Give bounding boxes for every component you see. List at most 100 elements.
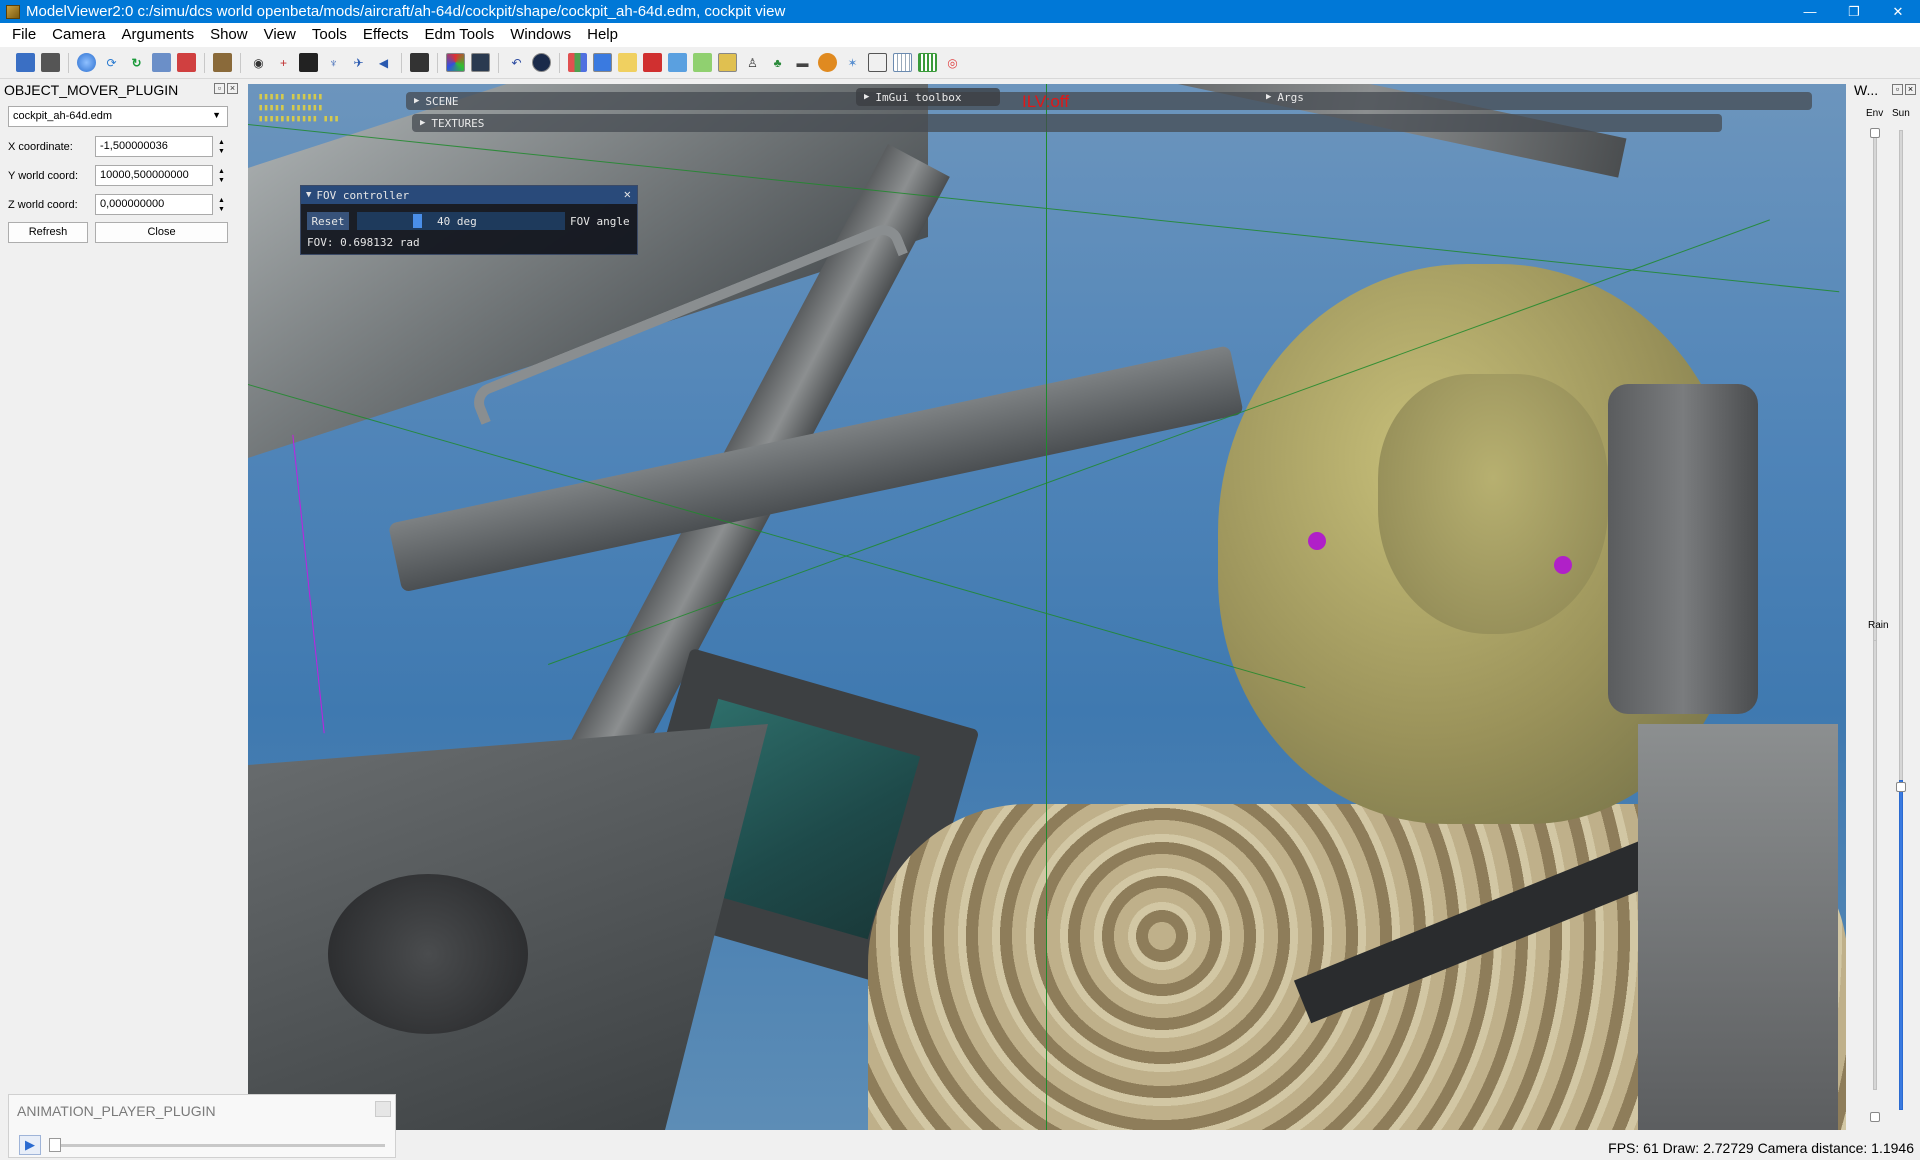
undo-icon[interactable]: ↶	[507, 53, 526, 72]
fov-reset-button[interactable]: Reset	[307, 212, 349, 230]
menu-windows[interactable]: Windows	[502, 23, 579, 47]
refresh-button[interactable]: Refresh	[8, 222, 88, 243]
play-button[interactable]: ▶	[19, 1135, 41, 1155]
y-coord-input[interactable]: 10000,500000000	[95, 165, 213, 186]
monitor-icon[interactable]	[471, 53, 490, 72]
fov-row: Reset 40 deg FOV angle	[307, 212, 630, 230]
edit-icon[interactable]	[868, 53, 887, 72]
toolbar-separator	[240, 52, 241, 73]
table-icon[interactable]	[893, 53, 912, 72]
camera-icon[interactable]: ◉	[249, 53, 268, 72]
close-icon[interactable]: ✕	[624, 187, 631, 201]
helmet-strap	[1608, 384, 1758, 714]
float-icon[interactable]: ▫	[1892, 84, 1903, 95]
fov-controller-header[interactable]: ▼ FOV controller ✕	[301, 186, 637, 204]
stats-overlay: ▮▮▮▮▮ ▮▮▮▮▮▮ ▮▮▮▮▮ ▮▮▮▮▮▮ ▮▮▮▮▮▮▮▮▮▮▮ ▮▮▮	[258, 92, 340, 124]
menu-bar: File Camera Arguments Show View Tools Ef…	[0, 23, 1920, 47]
grid-green-icon[interactable]	[918, 53, 937, 72]
save-icon[interactable]	[16, 53, 35, 72]
image-icon[interactable]	[152, 53, 171, 72]
y-coord-stepper[interactable]: ▲ ▼	[215, 165, 228, 186]
yellow-icon[interactable]	[718, 53, 737, 72]
minimize-button[interactable]: —	[1788, 0, 1832, 23]
sun-slider-handle[interactable]	[1896, 782, 1906, 792]
folder-icon[interactable]	[618, 53, 637, 72]
screenshot-icon[interactable]	[410, 53, 429, 72]
z-coord-stepper[interactable]: ▲ ▼	[215, 194, 228, 215]
title-bar: ModelViewer2:0 c:/simu/dcs world openbet…	[0, 0, 1920, 23]
fov-angle-label: FOV angle	[570, 214, 630, 228]
menu-camera[interactable]: Camera	[44, 23, 113, 47]
helmet-visor-mount	[1378, 374, 1608, 634]
refresh-icon[interactable]: ⟳	[102, 53, 121, 72]
env-slider-handle[interactable]	[1870, 128, 1880, 138]
animation-timeline-handle[interactable]	[49, 1138, 61, 1152]
sphere-icon[interactable]	[77, 53, 96, 72]
rain-slider-handle[interactable]	[1870, 1112, 1880, 1122]
menu-file[interactable]: File	[4, 23, 44, 47]
x-coordinate-input[interactable]: -1,500000036	[95, 136, 213, 157]
maximize-button[interactable]: ❐	[1832, 0, 1876, 23]
menu-arguments[interactable]: Arguments	[114, 23, 203, 47]
args-header[interactable]: ▶ Args	[1258, 88, 1378, 106]
close-button[interactable]: ✕	[1876, 0, 1920, 23]
star-icon[interactable]: ✶	[843, 53, 862, 72]
imgui-toolbox-label: ImGui toolbox	[875, 90, 962, 104]
person-icon[interactable]: ♙	[743, 53, 762, 72]
animation-player-panel: ANIMATION_PLAYER_PLUGIN ▶	[8, 1094, 396, 1158]
fov-slider[interactable]: 40 deg	[357, 212, 565, 230]
env-slider[interactable]	[1873, 130, 1877, 690]
close-panel-button[interactable]: Close	[95, 222, 228, 243]
light-icon[interactable]: ♆	[324, 53, 343, 72]
animation-timeline[interactable]	[49, 1144, 385, 1147]
cyclic-stick	[328, 874, 528, 1034]
crosshair-icon[interactable]: +	[274, 53, 293, 72]
chart-icon[interactable]	[568, 53, 587, 72]
toolbar: ⟳ ↻ ◉ + ♆ ✈ ◀ ↶ ♙ ♣ ▬ ✶ ◎	[0, 47, 1920, 79]
sun-icon[interactable]	[818, 53, 837, 72]
side-panel	[1638, 724, 1838, 1130]
rain-label: Rain	[1868, 620, 1889, 631]
arrow-icon[interactable]: ◀	[374, 53, 393, 72]
toolbar-separator	[559, 52, 560, 73]
record-icon[interactable]	[532, 53, 551, 72]
color-icon[interactable]	[446, 53, 465, 72]
scene-label: SCENE	[425, 94, 459, 108]
close-icon[interactable]: ×	[227, 83, 238, 94]
z-coord-input[interactable]: 0,000000000	[95, 194, 213, 215]
textures-header[interactable]: ▶ TEXTURES	[412, 114, 1722, 132]
tank-icon[interactable]: ▬	[793, 53, 812, 72]
grid-icon[interactable]	[299, 53, 318, 72]
model-select[interactable]: cockpit_ah-64d.edm ▼	[8, 106, 228, 127]
menu-help[interactable]: Help	[579, 23, 626, 47]
menu-edm-tools[interactable]: Edm Tools	[416, 23, 502, 47]
menu-view[interactable]: View	[256, 23, 304, 47]
plane-icon[interactable]: ✈	[349, 53, 368, 72]
menu-show[interactable]: Show	[202, 23, 256, 47]
imgui-toolbox-header[interactable]: ▶ ImGui toolbox	[856, 88, 1000, 106]
weather-panel: W... ▫ × Env Sun Rain	[1850, 80, 1920, 1130]
sun-slider[interactable]	[1899, 130, 1903, 870]
menu-tools[interactable]: Tools	[304, 23, 355, 47]
green-icon[interactable]	[693, 53, 712, 72]
box-red-icon[interactable]	[643, 53, 662, 72]
x-coordinate-stepper[interactable]: ▲ ▼	[215, 136, 228, 157]
cube-icon[interactable]	[593, 53, 612, 72]
figure-icon[interactable]	[177, 53, 196, 72]
fov-slider-handle[interactable]	[413, 214, 422, 228]
collapse-triangle-icon[interactable]: ▼	[306, 190, 311, 200]
rain-slider[interactable]	[1873, 640, 1877, 1090]
close-icon[interactable]: ×	[1905, 84, 1916, 95]
model-select-value: cockpit_ah-64d.edm	[13, 110, 113, 122]
close-icon[interactable]	[375, 1101, 391, 1117]
export-icon[interactable]	[41, 53, 60, 72]
scene-header[interactable]: ▶ SCENE	[406, 92, 1812, 110]
menu-effects[interactable]: Effects	[355, 23, 417, 47]
target-icon[interactable]: ◎	[943, 53, 962, 72]
blue-icon[interactable]	[668, 53, 687, 72]
3d-viewport[interactable]: ▮▮▮▮▮ ▮▮▮▮▮▮ ▮▮▮▮▮ ▮▮▮▮▮▮ ▮▮▮▮▮▮▮▮▮▮▮ ▮▮▮ …	[248, 84, 1846, 1130]
float-icon[interactable]: ▫	[214, 83, 225, 94]
reload-icon[interactable]: ↻	[127, 53, 146, 72]
box-icon[interactable]	[213, 53, 232, 72]
tree-icon[interactable]: ♣	[768, 53, 787, 72]
